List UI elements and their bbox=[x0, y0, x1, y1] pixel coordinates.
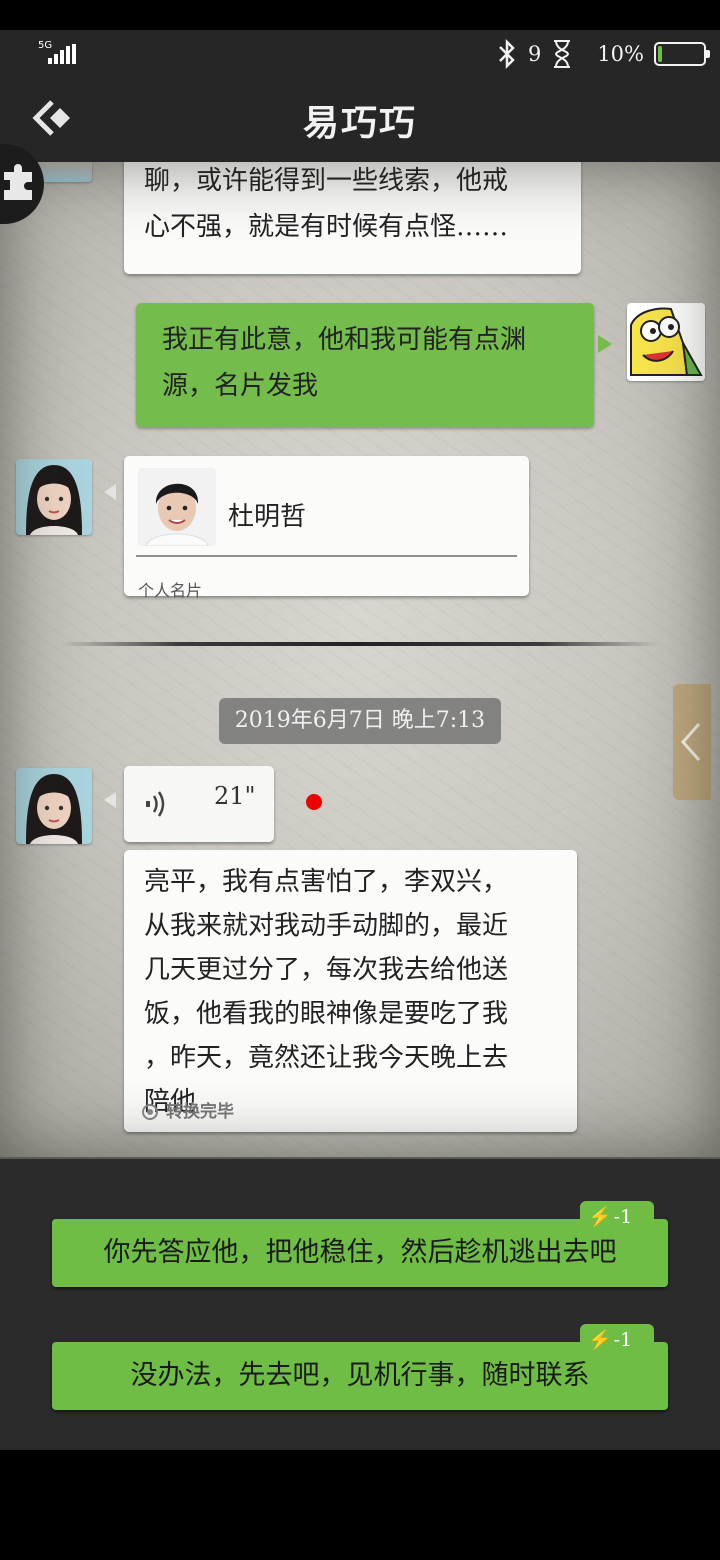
contact-avatar[interactable] bbox=[16, 459, 92, 535]
radio-dot-icon bbox=[142, 1104, 158, 1120]
reply-options-panel: ⚡ -1 你先答应他，把他稳住，然后趁机逃出去吧 ⚡ -1 没办法，先去吧，见机行事… bbox=[0, 1157, 720, 1450]
man-portrait-avatar bbox=[138, 468, 216, 546]
reply-option-text: 你先答应他，把他稳住，然后趁机逃出去吧 bbox=[103, 1237, 617, 1268]
chat-title: 易巧巧 bbox=[302, 102, 417, 144]
voice-message[interactable]: 21" bbox=[124, 766, 274, 842]
voice-transcript[interactable]: 亮平，我有点害怕了，李双兴， 从我来就对我动手动脚的，最近 几天更过分了，每次我… bbox=[124, 850, 577, 1132]
battery-level bbox=[658, 46, 662, 62]
bubble-tail bbox=[598, 335, 612, 353]
transcript-status: 转换完毕 bbox=[142, 1102, 234, 1122]
side-drawer-tab[interactable] bbox=[673, 684, 711, 800]
screen: 5G 9 10% 易巧巧 聊，或许能得到一些线索，他戒 心不强，就是有时候有点怪… bbox=[0, 0, 720, 1560]
puzzle-button[interactable] bbox=[0, 144, 44, 224]
card-avatar bbox=[138, 468, 216, 546]
reply-option-2[interactable]: ⚡ -1 没办法，先去吧，见机行事，随时联系 bbox=[52, 1324, 668, 1410]
status-right: 9 10% bbox=[496, 38, 710, 70]
contact-avatar[interactable] bbox=[16, 768, 92, 844]
sticker-face-avatar-icon bbox=[627, 303, 705, 381]
transcript-line: 亮平，我有点害怕了，李双兴， bbox=[144, 867, 509, 897]
unread-dot bbox=[306, 794, 322, 810]
lightning-icon: ⚡ bbox=[588, 1206, 612, 1228]
voice-duration: 21" bbox=[214, 782, 256, 810]
energy-cost-badge: ⚡ -1 bbox=[580, 1201, 654, 1233]
puzzle-piece-icon bbox=[0, 164, 32, 200]
card-divider bbox=[136, 555, 517, 557]
energy-cost-value: -1 bbox=[613, 1329, 633, 1351]
user-avatar[interactable] bbox=[627, 303, 705, 381]
energy-cost-value: -1 bbox=[613, 1206, 633, 1228]
girl-portrait-avatar bbox=[16, 768, 92, 844]
chat-area[interactable]: 聊，或许能得到一些线索，他戒 心不强，就是有时候有点怪…… 我正有此意，他和我可… bbox=[0, 162, 720, 1157]
reply-option-text: 没办法，先去吧，见机行事，随时联系 bbox=[130, 1360, 590, 1391]
signal-bars-icon bbox=[48, 44, 76, 64]
message-line: 源，名片发我 bbox=[162, 371, 319, 401]
lightning-icon: ⚡ bbox=[588, 1329, 612, 1351]
outgoing-message[interactable]: 我正有此意，他和我可能有点渊 源，名片发我 bbox=[136, 303, 594, 427]
hourglass-icon bbox=[554, 40, 571, 68]
message-timestamp: 2019年6月7日 晚上7:13 bbox=[219, 698, 501, 744]
section-divider bbox=[60, 642, 660, 646]
girl-portrait-avatar bbox=[16, 459, 92, 535]
navigation-bar bbox=[0, 1450, 720, 1560]
notification-count: 9 bbox=[527, 42, 542, 66]
energy-cost-badge: ⚡ -1 bbox=[580, 1324, 654, 1356]
chevron-left-icon bbox=[680, 723, 701, 761]
bluetooth-icon bbox=[499, 39, 515, 69]
contact-card-message[interactable]: 杜明哲 个人名片 bbox=[124, 456, 529, 600]
card-contact-name: 杜明哲 bbox=[228, 502, 307, 532]
signal-indicator: 5G bbox=[38, 40, 78, 70]
reply-option-1[interactable]: ⚡ -1 你先答应他，把他稳住，然后趁机逃出去吧 bbox=[52, 1201, 668, 1287]
transcript-line: 几天更过分了，每次我去给他送 bbox=[144, 955, 509, 985]
bubble-tail bbox=[104, 484, 116, 500]
status-bar: 5G 9 10% bbox=[0, 30, 720, 80]
incoming-message[interactable]: 聊，或许能得到一些线索，他戒 心不强，就是有时候有点怪…… bbox=[124, 162, 581, 274]
transcript-status-label: 转换完毕 bbox=[166, 1102, 234, 1122]
transcript-line: 从我来就对我动手动脚的，最近 bbox=[144, 911, 509, 941]
battery-icon bbox=[654, 42, 710, 66]
transcript-line: ，昨天，竟然还让我今天晚上去 bbox=[144, 1043, 509, 1073]
message-line: 心不强，就是有时候有点怪…… bbox=[144, 212, 509, 242]
battery-percent: 10% bbox=[597, 42, 644, 66]
transcript-line: 饭，他看我的眼神像是要吃了我 bbox=[144, 999, 509, 1029]
bubble-tail bbox=[104, 792, 116, 808]
message-line: 聊，或许能得到一些线索，他戒 bbox=[144, 166, 509, 196]
voice-wave-icon bbox=[146, 791, 165, 817]
card-type-label: 个人名片 bbox=[138, 581, 203, 600]
title-bar: 易巧巧 bbox=[0, 80, 720, 162]
message-line: 我正有此意，他和我可能有点渊 bbox=[162, 325, 527, 355]
